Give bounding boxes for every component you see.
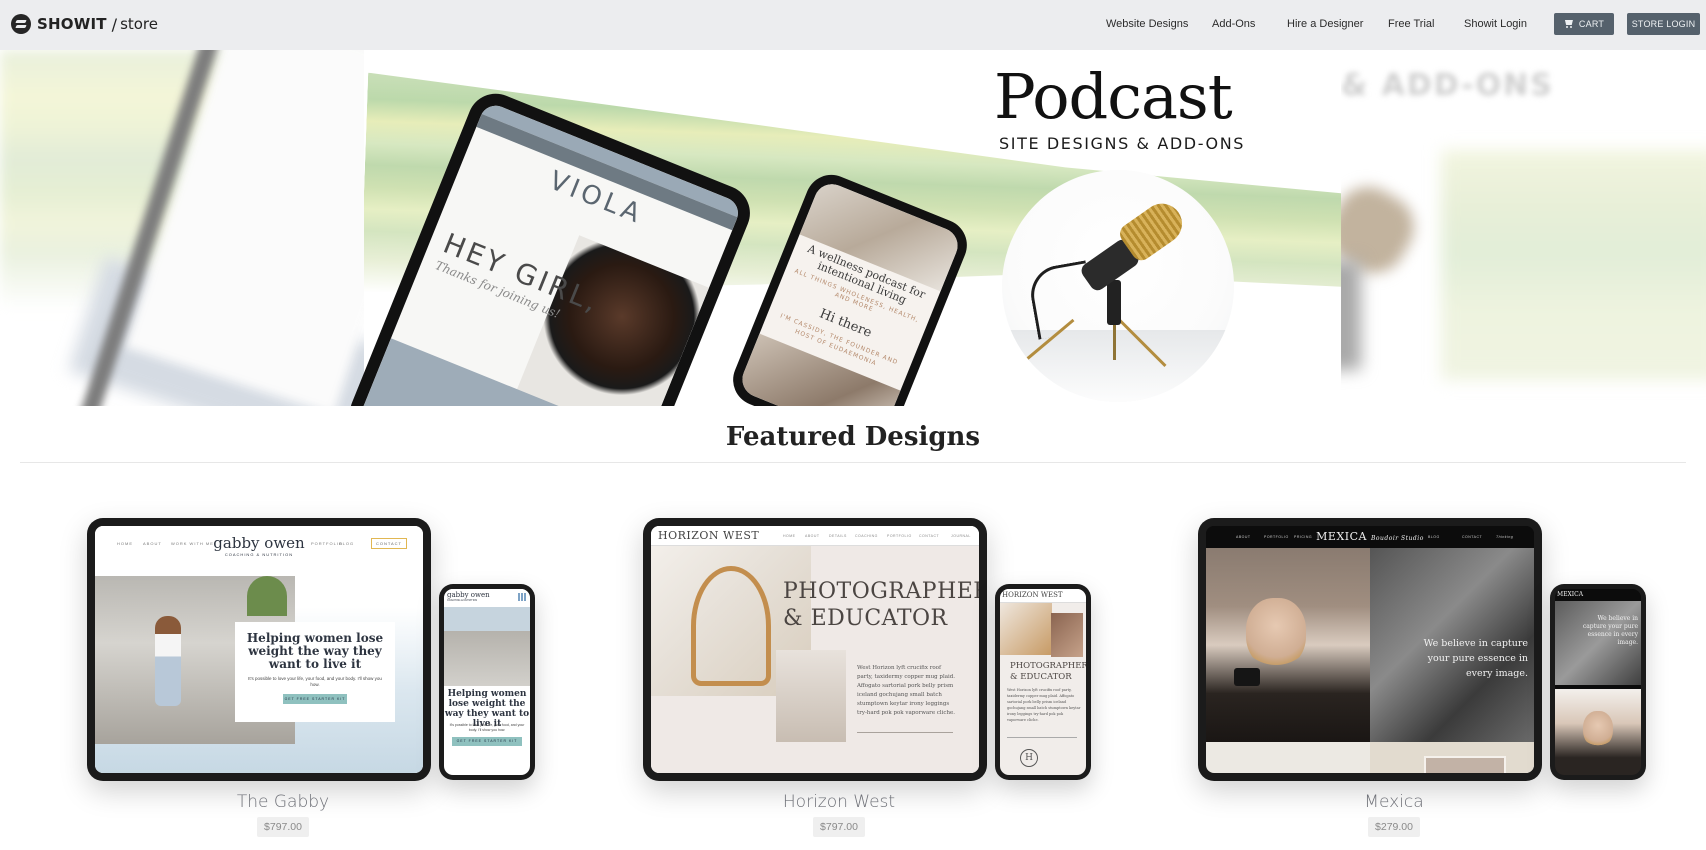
phone-preview[interactable]: MEXICA We believe in capture your pure e… xyxy=(1550,584,1646,780)
preview-nav-item: JOURNAL xyxy=(951,534,971,538)
menu-icon xyxy=(518,593,526,601)
design-card-the-gabby[interactable]: HOME ABOUT WORK WITH ME gabby owen COACH… xyxy=(87,518,547,850)
nav-link-showit-login[interactable]: Showit Login xyxy=(1464,18,1527,30)
hero-subtitle: SITE DESIGNS & ADD-ONS xyxy=(999,134,1246,153)
preview-body: West Horizon lyft crucifix roof party, t… xyxy=(857,665,956,716)
preview-nav-item: COACHING xyxy=(855,534,878,538)
nav-link-hire-a-designer[interactable]: Hire a Designer xyxy=(1287,18,1363,30)
top-nav: SHOWIT / store Website Designs Add-Ons H… xyxy=(0,0,1706,50)
preview-logo-script: Boudoir Studio xyxy=(1371,535,1424,542)
preview-nav-item: Thinking xyxy=(1496,535,1514,539)
logo-store: store xyxy=(120,15,159,33)
design-card-horizon-west[interactable]: HORIZON WEST HOME ABOUT DETAILS COACHING… xyxy=(643,518,1103,850)
preview-photo xyxy=(444,631,530,686)
preview-nav-item: PORTFOLIO xyxy=(887,534,912,538)
logo-slash: / xyxy=(111,14,118,34)
microphone-image xyxy=(1002,170,1234,402)
preview-logo: MEXICA xyxy=(1557,591,1584,598)
cart-label: CART xyxy=(1578,19,1605,29)
preview-nav-item: CONTACT xyxy=(919,534,940,538)
preview-logo: MEXICA Boudoir Studio xyxy=(1206,530,1534,543)
tablet-preview[interactable]: ABOUT PORTFOLIO PRICING MEXICA Boudoir St… xyxy=(1198,518,1542,781)
store-login-label: STORE LOGIN xyxy=(1631,19,1696,29)
design-card-mexica[interactable]: ABOUT PORTFOLIO PRICING MEXICA Boudoir St… xyxy=(1198,518,1658,850)
monogram-icon: H xyxy=(1020,749,1038,767)
tablet-preview[interactable]: HORIZON WEST HOME ABOUT DETAILS COACHING… xyxy=(643,518,987,781)
design-price: $279.00 xyxy=(1368,817,1420,837)
preview-photo xyxy=(1206,548,1370,742)
preview-logo-sub: COACHING & NUTRITION xyxy=(224,552,294,557)
nav-link-website-designs[interactable]: Website Designs xyxy=(1106,18,1188,30)
section-divider xyxy=(20,462,1686,463)
design-name[interactable]: Mexica xyxy=(1194,792,1594,812)
preview-headline: PHOTOGRAPHER & EDUCATOR xyxy=(783,579,979,631)
preview-logo: gabby owen xyxy=(447,591,490,599)
preview-nav-item: CONTACT xyxy=(1462,535,1483,539)
podcaster-photo xyxy=(515,235,710,406)
phone-preview[interactable]: HORIZON WEST PHOTOGRAPHER & EDUCATOR Wes… xyxy=(995,584,1091,780)
hero-banner[interactable]: & ADD-ONS VIOLA HEY GIRL, Thanks for joi… xyxy=(0,50,1706,406)
phone-preview[interactable]: gabby owen COACHING & NUTRITION Helping … xyxy=(439,584,535,780)
hero-blurred-backdrop-right: & ADD-ONS xyxy=(1341,50,1706,406)
nav-link-add-ons[interactable]: Add-Ons xyxy=(1212,18,1255,30)
preview-logo-text: MEXICA xyxy=(1316,530,1368,543)
preview-nav-item: DETAILS xyxy=(829,534,847,538)
preview-contact: CONTACT xyxy=(370,538,407,549)
hero-title: Podcast xyxy=(994,60,1233,133)
showit-logo-icon xyxy=(11,14,31,34)
store-login-button[interactable]: STORE LOGIN xyxy=(1627,13,1700,35)
design-price: $797.00 xyxy=(257,817,309,837)
design-name[interactable]: Horizon West xyxy=(639,792,1039,812)
preview-logo-sub: COACHING & NUTRITION xyxy=(447,599,478,602)
preview-cta: GET FREE STARTER KIT xyxy=(283,694,347,704)
cart-icon xyxy=(1564,20,1574,28)
preview-headline: Helping women lose weight the way they w… xyxy=(246,631,384,671)
preview-body: It's possible to love your life, your fo… xyxy=(248,676,382,687)
preview-logo: HORIZON WEST xyxy=(1002,591,1063,599)
preview-nav-item: BLOG xyxy=(339,541,355,546)
preview-cta: GET FREE STARTER KIT xyxy=(452,737,522,746)
preview-nav-item: BLOG xyxy=(1428,535,1440,539)
preview-body: West Horizon lyft crucifix roof party, t… xyxy=(1007,688,1081,722)
preview-quote: We believe in capture your pure essence … xyxy=(1582,615,1638,646)
preview-headline: PHOTOGRAPHER & EDUCATOR xyxy=(1010,661,1086,682)
featured-designs-heading: Featured Designs xyxy=(725,422,981,452)
hero-blurred-text: & ADD-ONS xyxy=(1341,68,1554,103)
preview-nav-item: HOME xyxy=(783,534,796,538)
preview-quote: We believe in capture your pure essence … xyxy=(1423,638,1528,679)
design-name[interactable]: The Gabby xyxy=(83,792,483,812)
preview-logo: HORIZON WEST xyxy=(658,529,760,542)
cart-button[interactable]: CART xyxy=(1554,13,1614,35)
preview-nav-item: ABOUT xyxy=(805,534,820,538)
camera-icon xyxy=(1234,668,1260,686)
design-price: $797.00 xyxy=(813,817,865,837)
logo-brand: SHOWIT xyxy=(37,15,107,33)
showit-store-logo[interactable]: SHOWIT / store xyxy=(11,14,158,34)
hero-blurred-backdrop-left xyxy=(0,50,364,406)
nav-link-free-trial[interactable]: Free Trial xyxy=(1388,18,1434,30)
preview-body: It's possible to love your life, your fo… xyxy=(449,723,525,732)
tablet-preview[interactable]: HOME ABOUT WORK WITH ME gabby owen COACH… xyxy=(87,518,431,781)
